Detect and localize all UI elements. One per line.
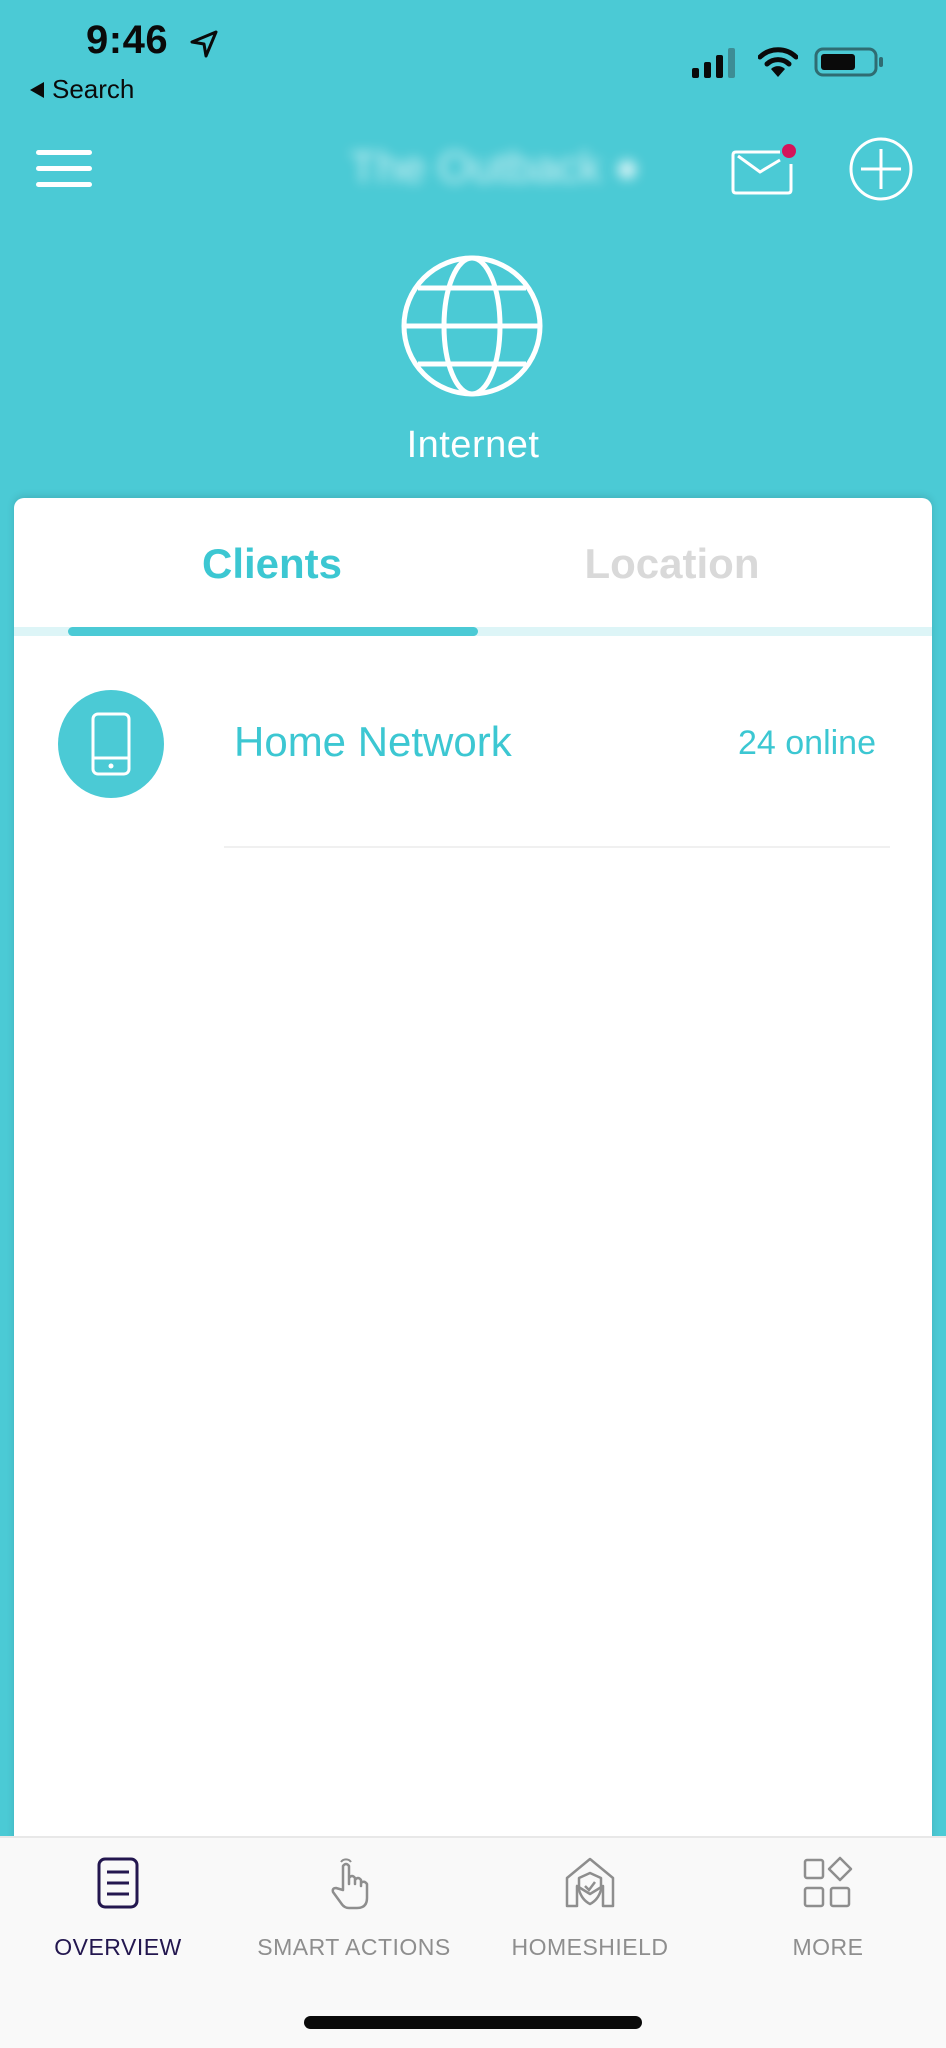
network-title-dropdown[interactable]: The Outback ● — [330, 138, 660, 198]
tab-smart-actions[interactable]: SMART ACTIONS — [254, 1856, 454, 1961]
tab-active-indicator — [68, 627, 478, 636]
tab-homeshield-label: HOMESHIELD — [511, 1934, 669, 1960]
chevron-down-icon: ● — [613, 143, 641, 192]
back-triangle-icon — [30, 81, 44, 98]
hamburger-line — [36, 166, 92, 171]
home-indicator[interactable] — [304, 2016, 642, 2029]
network-avatar — [58, 690, 164, 798]
phone-icon — [91, 712, 131, 776]
wifi-icon — [758, 47, 798, 77]
back-to-search-button[interactable]: Search — [30, 74, 134, 105]
network-title: The Outback — [349, 143, 602, 192]
add-circle-icon[interactable] — [848, 136, 914, 202]
battery-icon — [814, 47, 883, 77]
tab-smart-actions-label: SMART ACTIONS — [257, 1934, 451, 1960]
network-name: Home Network — [234, 718, 512, 765]
tab-clients[interactable]: Clients — [72, 540, 472, 588]
cellular-signal-icon — [692, 48, 735, 78]
location-arrow-icon — [190, 30, 218, 58]
globe-icon[interactable] — [400, 254, 544, 398]
grid-shapes-icon — [803, 1856, 853, 1908]
tab-overview[interactable]: OVERVIEW — [18, 1856, 218, 1961]
tab-more-label: MORE — [792, 1934, 864, 1960]
mail-icon[interactable] — [730, 140, 798, 196]
tab-overview-label: OVERVIEW — [54, 1934, 182, 1960]
hamburger-line — [36, 182, 92, 187]
internet-label: Internet — [406, 424, 540, 466]
tab-location[interactable]: Location — [472, 540, 872, 588]
tab-more[interactable]: MORE — [728, 1856, 928, 1961]
tab-homeshield[interactable]: HOMESHIELD — [490, 1856, 690, 1961]
hamburger-line — [36, 150, 92, 155]
online-count: 24 online — [737, 724, 876, 762]
back-search-label: Search — [52, 74, 135, 104]
row-divider — [224, 846, 890, 848]
house-shield-icon — [565, 1857, 615, 1908]
menu-button[interactable] — [36, 150, 92, 188]
status-time: 9:46 — [86, 18, 169, 62]
pointer-hand-icon — [331, 1858, 369, 1910]
notification-dot — [782, 144, 796, 158]
document-list-icon — [97, 1857, 139, 1909]
